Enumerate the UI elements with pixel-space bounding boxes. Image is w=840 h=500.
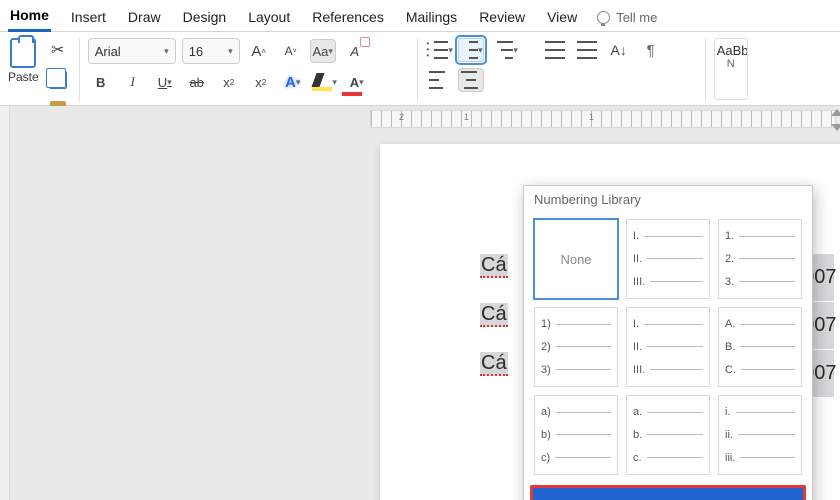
chevron-down-icon: ▾ — [359, 77, 364, 88]
align-left-button[interactable] — [426, 68, 452, 92]
underline-button[interactable]: U▾ — [152, 70, 178, 94]
numbering-grid: None I. II. III. 1. 2. 3. 1) 2) 3) — [524, 211, 812, 479]
tell-me-search[interactable]: Tell me — [597, 10, 657, 25]
chevron-down-icon: ▾ — [228, 46, 233, 57]
clipboard-icon — [10, 38, 36, 68]
horizontal-ruler[interactable]: 2 1 1 — [370, 110, 836, 128]
tab-mailings[interactable]: Mailings — [404, 5, 459, 31]
lightbulb-icon — [597, 11, 610, 24]
ruler-numbers: 2 1 1 — [371, 112, 594, 122]
grow-font-button[interactable]: A˄ — [246, 39, 272, 63]
font-color-button[interactable]: A▾ — [344, 70, 370, 94]
highlight-button[interactable]: ▾ — [312, 70, 338, 94]
tab-review[interactable]: Review — [477, 5, 527, 31]
numbering-option-lower-alpha-dot[interactable]: a. b. c. — [626, 395, 710, 475]
multilevel-icon — [497, 41, 513, 59]
bullets-button[interactable]: ▾ — [426, 38, 452, 62]
numbering-option-lower-alpha-paren[interactable]: a) b) c) — [534, 395, 618, 475]
tab-design[interactable]: Design — [181, 5, 229, 31]
numbering-library-title: Numbering Library — [524, 186, 812, 211]
tab-view[interactable]: View — [545, 5, 579, 31]
define-new-number-format-button[interactable]: Define New Number Format... — [533, 488, 803, 500]
tell-me-label: Tell me — [616, 10, 657, 25]
numbering-option-decimal-dot[interactable]: 1. 2. 3. — [718, 219, 802, 299]
group-paragraph: ▾ ▾ ▾ A↓ ¶ — [426, 38, 706, 102]
document-canvas: 2 1 1 Cá Cá Cá 2007 2007 2007 Numbering … — [10, 106, 840, 500]
define-new-number-format-highlight: Define New Number Format... — [530, 485, 806, 500]
subscript-button[interactable]: x2 — [216, 70, 242, 94]
text-effects-button[interactable]: A▾ — [280, 70, 306, 94]
tab-layout[interactable]: Layout — [246, 5, 292, 31]
cut-button[interactable]: ✂ — [45, 38, 71, 62]
group-clipboard: Paste ✂ — [8, 38, 80, 102]
chevron-down-icon: ▾ — [513, 45, 518, 56]
copy-button[interactable] — [45, 68, 71, 92]
numbering-icon — [469, 41, 478, 59]
paste-button[interactable]: Paste — [8, 38, 39, 84]
chevron-down-icon: ▾ — [328, 46, 333, 57]
style-preview-line1: AaBb — [717, 43, 745, 58]
font-name-value: Arial — [95, 44, 121, 59]
numbering-option-upper-alpha-dot[interactable]: A. B. C. — [718, 307, 802, 387]
chevron-down-icon: ▾ — [167, 77, 172, 88]
vertical-ruler — [0, 106, 10, 500]
tab-home[interactable]: Home — [8, 3, 51, 32]
numbering-option-none[interactable]: None — [534, 219, 618, 299]
workspace: 2 1 1 Cá Cá Cá 2007 2007 2007 Numbering … — [0, 106, 840, 500]
decrease-indent-button[interactable] — [542, 38, 568, 62]
indent-marker[interactable] — [831, 109, 840, 131]
indent-icon — [577, 41, 597, 59]
chevron-down-icon: ▾ — [296, 77, 301, 88]
clear-formatting-button[interactable]: A — [342, 39, 368, 63]
numbering-button[interactable]: ▾ — [458, 38, 484, 62]
change-case-label: Aa — [312, 44, 328, 59]
none-label: None — [560, 252, 591, 267]
change-case-button[interactable]: Aa▾ — [310, 39, 336, 63]
tab-insert[interactable]: Insert — [69, 5, 108, 31]
numbering-option-upper-roman-dot[interactable]: I. II. III. — [626, 219, 710, 299]
font-size-value: 16 — [189, 44, 203, 59]
numbering-option-upper-roman-dot-2[interactable]: I. II. III. — [626, 307, 710, 387]
strikethrough-button[interactable]: ab — [184, 70, 210, 94]
chevron-down-icon: ▾ — [164, 46, 169, 57]
outdent-icon — [545, 41, 565, 59]
tab-draw[interactable]: Draw — [126, 5, 163, 31]
align-center-icon — [461, 71, 481, 89]
superscript-button[interactable]: x2 — [248, 70, 274, 94]
bullets-icon — [434, 41, 448, 59]
italic-button[interactable]: I — [120, 70, 146, 94]
shrink-font-button[interactable]: A˅ — [278, 39, 304, 63]
chevron-down-icon: ▾ — [332, 77, 337, 88]
copy-icon — [49, 71, 67, 89]
increase-indent-button[interactable] — [574, 38, 600, 62]
chevron-down-icon: ▾ — [478, 45, 483, 56]
styles-gallery[interactable]: AaBb N — [714, 38, 748, 100]
chevron-down-icon: ▾ — [448, 45, 453, 56]
align-center-button[interactable] — [458, 68, 484, 92]
style-preview-line2: N — [717, 58, 745, 70]
numbering-option-lower-roman-dot[interactable]: i. ii. iii. — [718, 395, 802, 475]
align-left-icon — [429, 71, 449, 89]
tab-references[interactable]: References — [310, 5, 386, 31]
paste-label: Paste — [8, 70, 39, 84]
numbering-option-decimal-paren[interactable]: 1) 2) 3) — [534, 307, 618, 387]
highlighter-icon — [312, 73, 332, 91]
multilevel-list-button[interactable]: ▾ — [490, 38, 516, 62]
numbering-library-dropdown: Numbering Library None I. II. III. 1. 2.… — [523, 185, 813, 500]
font-name-combo[interactable]: Arial ▾ — [88, 38, 176, 64]
font-size-combo[interactable]: 16 ▾ — [182, 38, 240, 64]
group-font: Arial ▾ 16 ▾ A˄ A˅ Aa▾ A B I U▾ ab x2 x2… — [88, 38, 418, 102]
ribbon-tabs: Home Insert Draw Design Layout Reference… — [0, 0, 840, 32]
ribbon: Paste ✂ Arial ▾ 16 ▾ A˄ A˅ Aa▾ A — [0, 32, 840, 106]
sort-button[interactable]: A↓ — [606, 38, 632, 62]
show-marks-button[interactable]: ¶ — [638, 38, 664, 62]
bold-button[interactable]: B — [88, 70, 114, 94]
